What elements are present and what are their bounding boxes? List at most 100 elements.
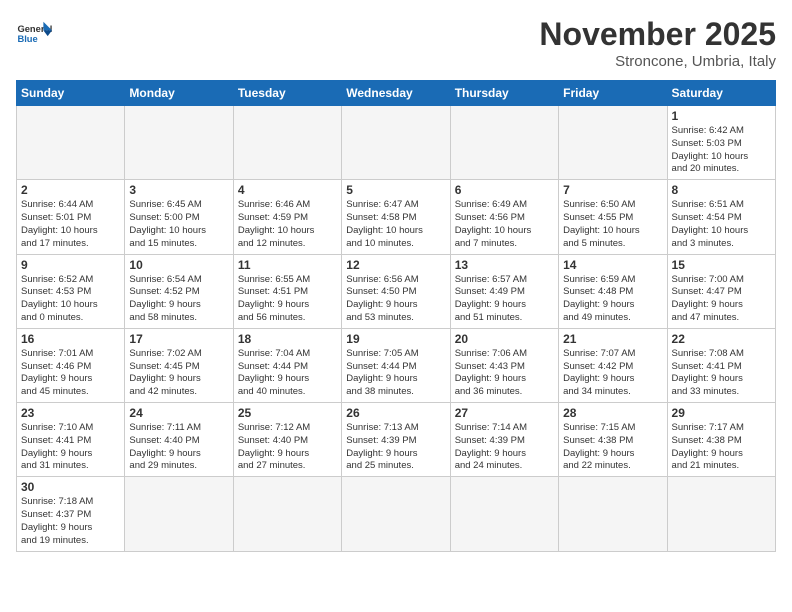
weekday-header-thursday: Thursday [450, 81, 558, 106]
day-number: 15 [672, 258, 771, 272]
day-number: 3 [129, 183, 228, 197]
calendar-table: SundayMondayTuesdayWednesdayThursdayFrid… [16, 80, 776, 552]
calendar-cell [559, 477, 667, 551]
day-number: 20 [455, 332, 554, 346]
day-info: Sunrise: 7:06 AM Sunset: 4:43 PM Dayligh… [455, 348, 554, 399]
day-info: Sunrise: 6:46 AM Sunset: 4:59 PM Dayligh… [238, 199, 337, 250]
calendar-week-6: 30 Sunrise: 7:18 AM Sunset: 4:37 PM Dayli… [17, 477, 776, 551]
day-number: 25 [238, 406, 337, 420]
day-info: Sunrise: 6:51 AM Sunset: 4:54 PM Dayligh… [672, 199, 771, 250]
calendar-cell: 10 Sunrise: 6:54 AM Sunset: 4:52 PM Dayli… [125, 254, 233, 328]
calendar-cell: 16 Sunrise: 7:01 AM Sunset: 4:46 PM Dayli… [17, 328, 125, 402]
location-subtitle: Stroncone, Umbria, Italy [539, 53, 776, 70]
day-info: Sunrise: 7:11 AM Sunset: 4:40 PM Dayligh… [129, 422, 228, 473]
calendar-cell: 30 Sunrise: 7:18 AM Sunset: 4:37 PM Dayli… [17, 477, 125, 551]
calendar-week-2: 2Sunrise: 6:44 AM Sunset: 5:01 PM Daylig… [17, 180, 776, 254]
day-number: 14 [563, 258, 662, 272]
weekday-header-friday: Friday [559, 81, 667, 106]
day-info: Sunrise: 7:02 AM Sunset: 4:45 PM Dayligh… [129, 348, 228, 399]
day-number: 10 [129, 258, 228, 272]
calendar-cell: 4 Sunrise: 6:46 AM Sunset: 4:59 PM Daylig… [233, 180, 341, 254]
weekday-header-tuesday: Tuesday [233, 81, 341, 106]
day-number: 28 [563, 406, 662, 420]
calendar-cell: 24 Sunrise: 7:11 AM Sunset: 4:40 PM Dayli… [125, 403, 233, 477]
calendar-cell [125, 477, 233, 551]
calendar-cell: 27Sunrise: 7:14 AM Sunset: 4:39 PM Dayli… [450, 403, 558, 477]
day-number: 8 [672, 183, 771, 197]
day-info: Sunrise: 7:05 AM Sunset: 4:44 PM Dayligh… [346, 348, 445, 399]
day-info: Sunrise: 7:01 AM Sunset: 4:46 PM Dayligh… [21, 348, 120, 399]
calendar-cell: 14 Sunrise: 6:59 AM Sunset: 4:48 PM Dayli… [559, 254, 667, 328]
calendar-cell: 3Sunrise: 6:45 AM Sunset: 5:00 PM Daylig… [125, 180, 233, 254]
calendar-cell [233, 477, 341, 551]
logo: General Blue [16, 16, 52, 52]
svg-text:Blue: Blue [17, 34, 37, 44]
weekday-header-monday: Monday [125, 81, 233, 106]
day-number: 16 [21, 332, 120, 346]
day-info: Sunrise: 7:18 AM Sunset: 4:37 PM Dayligh… [21, 496, 120, 547]
calendar-cell: 17 Sunrise: 7:02 AM Sunset: 4:45 PM Dayli… [125, 328, 233, 402]
day-info: Sunrise: 6:50 AM Sunset: 4:55 PM Dayligh… [563, 199, 662, 250]
day-number: 24 [129, 406, 228, 420]
calendar-cell: 21 Sunrise: 7:07 AM Sunset: 4:42 PM Dayli… [559, 328, 667, 402]
weekday-header-row: SundayMondayTuesdayWednesdayThursdayFrid… [17, 81, 776, 106]
day-info: Sunrise: 6:59 AM Sunset: 4:48 PM Dayligh… [563, 274, 662, 325]
day-number: 7 [563, 183, 662, 197]
day-info: Sunrise: 6:56 AM Sunset: 4:50 PM Dayligh… [346, 274, 445, 325]
calendar-cell: 23Sunrise: 7:10 AM Sunset: 4:41 PM Dayli… [17, 403, 125, 477]
day-number: 29 [672, 406, 771, 420]
calendar-cell: 1Sunrise: 6:42 AM Sunset: 5:03 PM Daylig… [667, 106, 775, 180]
day-number: 5 [346, 183, 445, 197]
day-number: 6 [455, 183, 554, 197]
day-number: 11 [238, 258, 337, 272]
day-info: Sunrise: 6:49 AM Sunset: 4:56 PM Dayligh… [455, 199, 554, 250]
day-number: 26 [346, 406, 445, 420]
calendar-cell: 8 Sunrise: 6:51 AM Sunset: 4:54 PM Daylig… [667, 180, 775, 254]
calendar-cell: 25Sunrise: 7:12 AM Sunset: 4:40 PM Dayli… [233, 403, 341, 477]
day-number: 17 [129, 332, 228, 346]
calendar-cell [559, 106, 667, 180]
weekday-header-saturday: Saturday [667, 81, 775, 106]
day-number: 2 [21, 183, 120, 197]
calendar-cell: 15Sunrise: 7:00 AM Sunset: 4:47 PM Dayli… [667, 254, 775, 328]
day-info: Sunrise: 7:07 AM Sunset: 4:42 PM Dayligh… [563, 348, 662, 399]
day-info: Sunrise: 7:15 AM Sunset: 4:38 PM Dayligh… [563, 422, 662, 473]
weekday-header-wednesday: Wednesday [342, 81, 450, 106]
day-number: 22 [672, 332, 771, 346]
day-info: Sunrise: 7:17 AM Sunset: 4:38 PM Dayligh… [672, 422, 771, 473]
day-info: Sunrise: 6:55 AM Sunset: 4:51 PM Dayligh… [238, 274, 337, 325]
day-info: Sunrise: 6:54 AM Sunset: 4:52 PM Dayligh… [129, 274, 228, 325]
calendar-cell: 28 Sunrise: 7:15 AM Sunset: 4:38 PM Dayli… [559, 403, 667, 477]
calendar-cell: 18Sunrise: 7:04 AM Sunset: 4:44 PM Dayli… [233, 328, 341, 402]
calendar-cell [125, 106, 233, 180]
calendar-cell: 2Sunrise: 6:44 AM Sunset: 5:01 PM Daylig… [17, 180, 125, 254]
page-header: General Blue November 2025 Stroncone, Um… [16, 16, 776, 70]
calendar-cell: 5Sunrise: 6:47 AM Sunset: 4:58 PM Daylig… [342, 180, 450, 254]
day-number: 18 [238, 332, 337, 346]
title-block: November 2025 Stroncone, Umbria, Italy [539, 16, 776, 70]
calendar-cell: 9Sunrise: 6:52 AM Sunset: 4:53 PM Daylig… [17, 254, 125, 328]
calendar-cell [450, 106, 558, 180]
day-info: Sunrise: 7:14 AM Sunset: 4:39 PM Dayligh… [455, 422, 554, 473]
calendar-cell: 11 Sunrise: 6:55 AM Sunset: 4:51 PM Dayli… [233, 254, 341, 328]
calendar-week-5: 23Sunrise: 7:10 AM Sunset: 4:41 PM Dayli… [17, 403, 776, 477]
calendar-cell [342, 477, 450, 551]
day-number: 13 [455, 258, 554, 272]
day-info: Sunrise: 7:13 AM Sunset: 4:39 PM Dayligh… [346, 422, 445, 473]
day-number: 12 [346, 258, 445, 272]
calendar-week-1: 1Sunrise: 6:42 AM Sunset: 5:03 PM Daylig… [17, 106, 776, 180]
day-number: 30 [21, 480, 120, 494]
calendar-cell [667, 477, 775, 551]
day-number: 4 [238, 183, 337, 197]
calendar-cell: 13Sunrise: 6:57 AM Sunset: 4:49 PM Dayli… [450, 254, 558, 328]
calendar-cell [342, 106, 450, 180]
day-info: Sunrise: 7:08 AM Sunset: 4:41 PM Dayligh… [672, 348, 771, 399]
day-number: 1 [672, 109, 771, 123]
day-number: 21 [563, 332, 662, 346]
calendar-cell [450, 477, 558, 551]
calendar-cell [233, 106, 341, 180]
calendar-cell: 12 Sunrise: 6:56 AM Sunset: 4:50 PM Dayli… [342, 254, 450, 328]
calendar-cell: 6 Sunrise: 6:49 AM Sunset: 4:56 PM Daylig… [450, 180, 558, 254]
day-number: 9 [21, 258, 120, 272]
calendar-cell: 20 Sunrise: 7:06 AM Sunset: 4:43 PM Dayli… [450, 328, 558, 402]
